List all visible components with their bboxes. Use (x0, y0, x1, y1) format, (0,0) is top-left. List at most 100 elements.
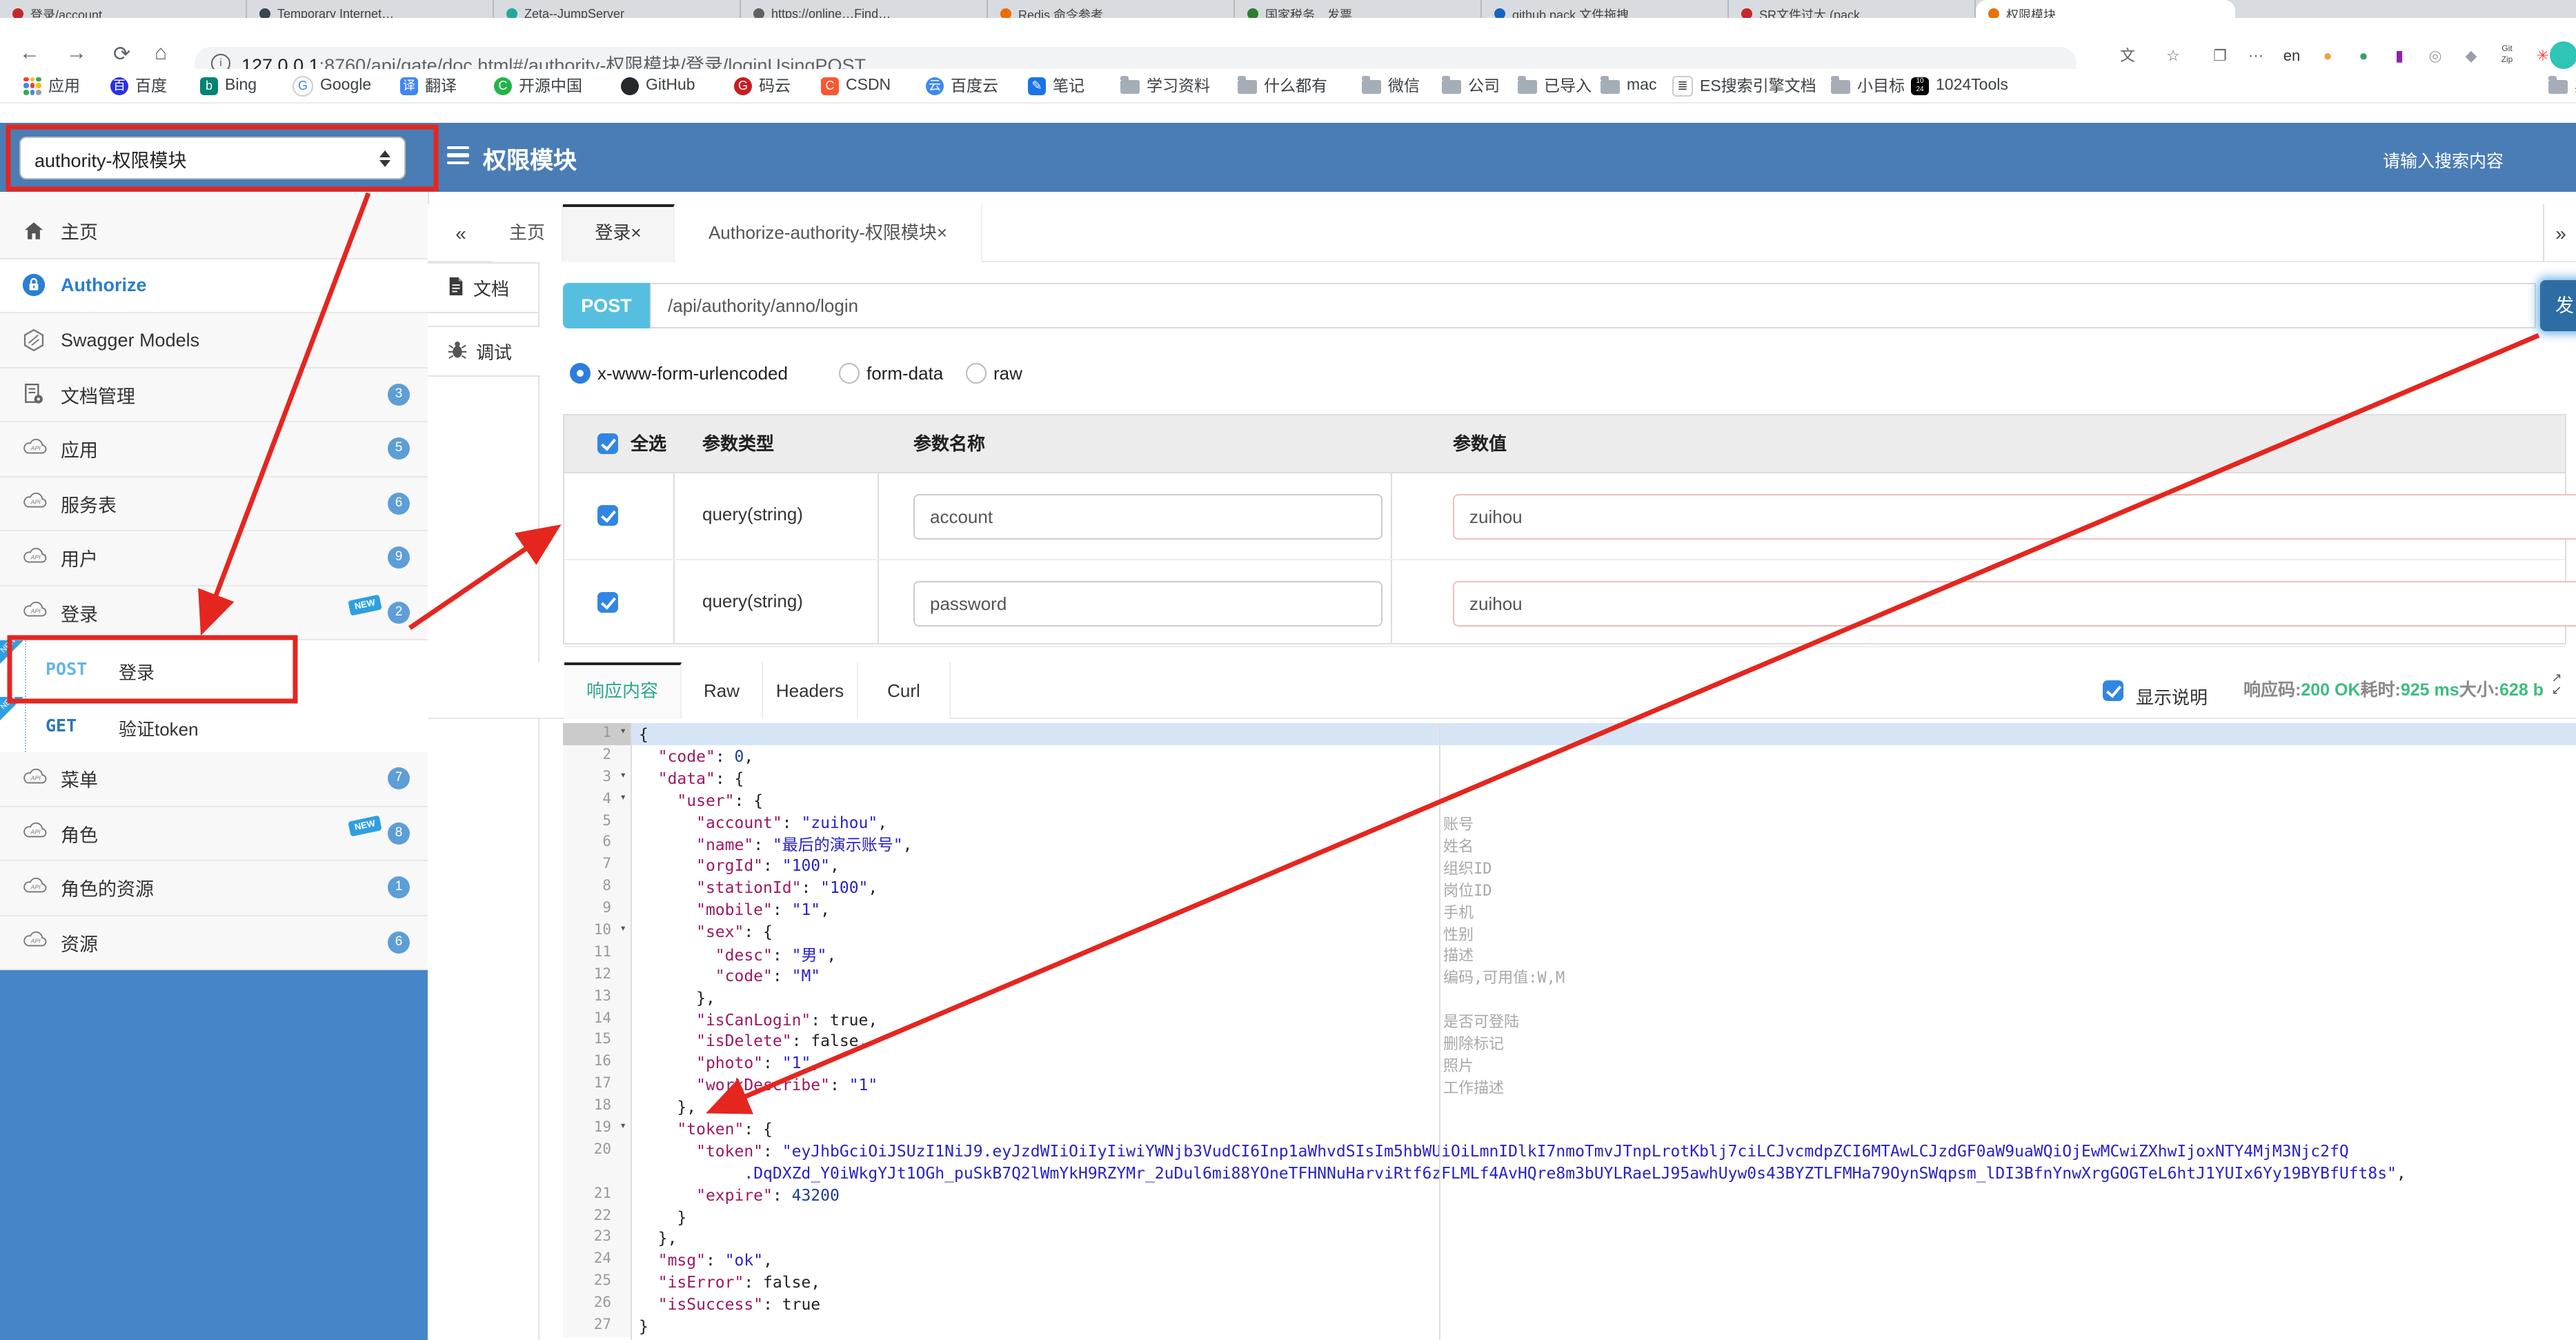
sidebar-item-文档管理[interactable]: 文档管理 3 (0, 368, 428, 422)
send-button[interactable]: 发 (2540, 280, 2576, 331)
browser-tab-6[interactable]: github pack 文件拖拽 (1482, 0, 1729, 18)
code-text: "expire": 43200 (696, 1185, 840, 1205)
code-line-1: 1 ▾{ (563, 723, 2576, 745)
back-icon[interactable]: ← (19, 41, 40, 65)
ext-dots-icon[interactable]: ⋯ (2243, 44, 2268, 69)
bookmark-应用[interactable]: 应用 (23, 73, 80, 98)
bookmark-什么都有[interactable]: 什么都有 (1238, 73, 1327, 98)
bookmark-ES搜索引擎文档[interactable]: ≣ ES搜索引擎文档 (1672, 73, 1816, 98)
param-value-input[interactable]: zuihou (1453, 581, 2576, 627)
code-text: }, (696, 987, 715, 1007)
request-url-input[interactable]: /api/authority/anno/login (650, 283, 2536, 328)
tabs-expand-icon[interactable]: » (2543, 204, 2576, 262)
fold-icon[interactable]: ▾ (620, 725, 626, 737)
bookmark-微信[interactable]: 微信 (1362, 73, 1420, 98)
content-tab-Authorize-authority-权限模块[interactable]: Authorize-authority-权限模块× (675, 204, 982, 262)
browser-tab-8[interactable]: 权限模块 (1976, 0, 2235, 18)
response-tab-Curl[interactable]: Curl (858, 662, 951, 719)
forward-icon[interactable]: → (66, 41, 87, 65)
param-value-input[interactable]: zuihou (1453, 494, 2576, 540)
sidebar-item-角色[interactable]: API 角色 NEW 8 (0, 807, 428, 861)
browser-tab-2[interactable]: Zeta--JumpServer (494, 0, 741, 18)
menu-toggle-icon[interactable] (447, 146, 469, 164)
code-text: "user": { (677, 790, 764, 810)
bookmark-mac[interactable]: mac (1601, 73, 1656, 98)
home-icon[interactable]: ⌂ (155, 41, 167, 65)
bookmark-小目标[interactable]: 小目标 (1831, 73, 1905, 98)
param-name-input[interactable]: password (913, 581, 1383, 627)
ext-colorful-icon[interactable]: ● (2315, 44, 2340, 69)
ext-shield-icon[interactable]: ◆ (2459, 44, 2484, 69)
radio-form-data[interactable] (839, 363, 860, 384)
sidebar-item-角色的资源[interactable]: API 角色的资源 1 (0, 861, 428, 916)
response-tab-响应内容[interactable]: 响应内容 (564, 662, 682, 719)
sidebar-item-Swagger Models[interactable]: Swagger Models (0, 313, 428, 368)
row-checkbox[interactable] (597, 592, 618, 613)
response-tab-Headers[interactable]: Headers (763, 662, 858, 719)
tabs-collapse-icon[interactable]: « (447, 204, 475, 262)
content-tab-主页[interactable]: 主页 (493, 204, 563, 262)
module-select[interactable]: authority-权限模块 (19, 137, 406, 179)
search-input[interactable]: 请输入搜索内容 (2383, 146, 2504, 173)
fold-icon[interactable]: ▾ (620, 922, 626, 934)
reload-icon[interactable]: ⟳ (113, 41, 130, 66)
bookmark-1024Tools[interactable]: 10 24 1024Tools (1911, 73, 2008, 98)
bookmark-翻译[interactable]: 译翻译 (400, 73, 457, 98)
sidebar-item-服务表[interactable]: API 服务表 6 (0, 477, 428, 531)
bookmark-公司[interactable]: 公司 (1442, 73, 1500, 98)
bookmark-百度云[interactable]: 云百度云 (926, 73, 998, 98)
ext-purple-icon[interactable]: ▮ (2387, 44, 2412, 69)
ext-translate-en-icon[interactable]: en (2279, 44, 2304, 69)
fold-icon[interactable]: ▾ (620, 769, 626, 781)
sidebar-op-post-登录[interactable]: NEW POST 登录 (0, 637, 428, 698)
bookmark-已导入[interactable]: 已导入 (1518, 73, 1592, 98)
browser-tab-5[interactable]: 国家税务…发票… (1235, 0, 1482, 18)
ext-ring-icon[interactable]: ◎ (2423, 44, 2448, 69)
ext-globe-icon[interactable]: ● (2351, 44, 2376, 69)
browser-tab-0[interactable]: 登录/account… (0, 0, 247, 18)
bookmark-码云[interactable]: G 码云 (734, 73, 791, 98)
response-tab-Raw[interactable]: Raw (682, 662, 763, 719)
browser-tab-1[interactable]: Temporary Internet… (247, 0, 494, 18)
response-json-editor[interactable]: 1 ▾{2 "code": 0, 3 ▾ "data": {4 ▾ "user": {5… (563, 723, 2576, 1340)
sidebar-item-Authorize[interactable]: Authorize (0, 259, 428, 313)
show-desc-checkbox[interactable] (2103, 680, 2123, 701)
bookmark-CSDN[interactable]: C CSDN (821, 73, 891, 98)
bookmark-GitHub[interactable]: GitHub (621, 73, 695, 98)
bookmark-Google[interactable]: G Google (293, 73, 371, 98)
sidebar-item-用户[interactable]: API 用户 9 (0, 531, 428, 586)
browser-tab-3[interactable]: https://online…Find… (741, 0, 988, 18)
vtab-文档[interactable]: 文档 (428, 262, 539, 313)
page-translate-icon[interactable]: 文A (2115, 44, 2140, 90)
avatar[interactable] (2550, 41, 2576, 69)
star-icon[interactable]: ☆ (2161, 44, 2186, 69)
bookmark-Bing[interactable]: b Bing (200, 73, 257, 98)
sidebar-item-资源[interactable]: API 资源 6 (0, 916, 428, 970)
browser-tab-7[interactable]: SR文件过大 (pack… (1729, 0, 1976, 18)
select-all-checkbox[interactable] (597, 433, 618, 454)
param-name-input[interactable]: account (913, 494, 1383, 540)
sidebar-item-主页[interactable]: 主页 (0, 204, 428, 259)
bookmark-学习资料[interactable]: 学习资料 (1120, 73, 1210, 98)
bookmark-其[interactable]: 其 (2548, 73, 2576, 98)
fold-icon[interactable]: ▾ (620, 790, 626, 802)
bookmark-百度[interactable]: 百百度 (110, 73, 167, 98)
radio-raw[interactable] (966, 363, 987, 384)
ext-gitzip-icon[interactable]: Git Zip (2495, 44, 2519, 69)
browser-tab-4[interactable]: Redis 命令参考 (988, 0, 1235, 18)
content-tab-登录[interactable]: 登录× (563, 204, 675, 262)
sidebar-item-label: Swagger Models (61, 329, 200, 351)
radio-x-www-form-urlencoded[interactable] (570, 363, 591, 384)
sidebar-item-应用[interactable]: API 应用 5 (0, 422, 428, 477)
tab-title: Temporary Internet… (277, 7, 395, 18)
sidebar-item-登录[interactable]: API 登录 NEW 2 (0, 586, 428, 640)
bookmark-开源中国[interactable]: C 开源中国 (494, 73, 582, 98)
vtab-调试[interactable]: 调试 (428, 326, 541, 377)
ext-window-icon[interactable]: ❐ (2208, 44, 2232, 69)
expand-icon[interactable]: ↗ ↙ (2547, 671, 2566, 700)
bookmark-笔记[interactable]: ✎ 笔记 (1028, 73, 1084, 98)
sidebar-op-get-验证token[interactable]: NEW GET 验证token (0, 693, 428, 753)
fold-icon[interactable]: ▾ (620, 1119, 626, 1132)
row-checkbox[interactable] (597, 505, 618, 526)
sidebar-item-菜单[interactable]: API 菜单 7 (0, 752, 428, 807)
